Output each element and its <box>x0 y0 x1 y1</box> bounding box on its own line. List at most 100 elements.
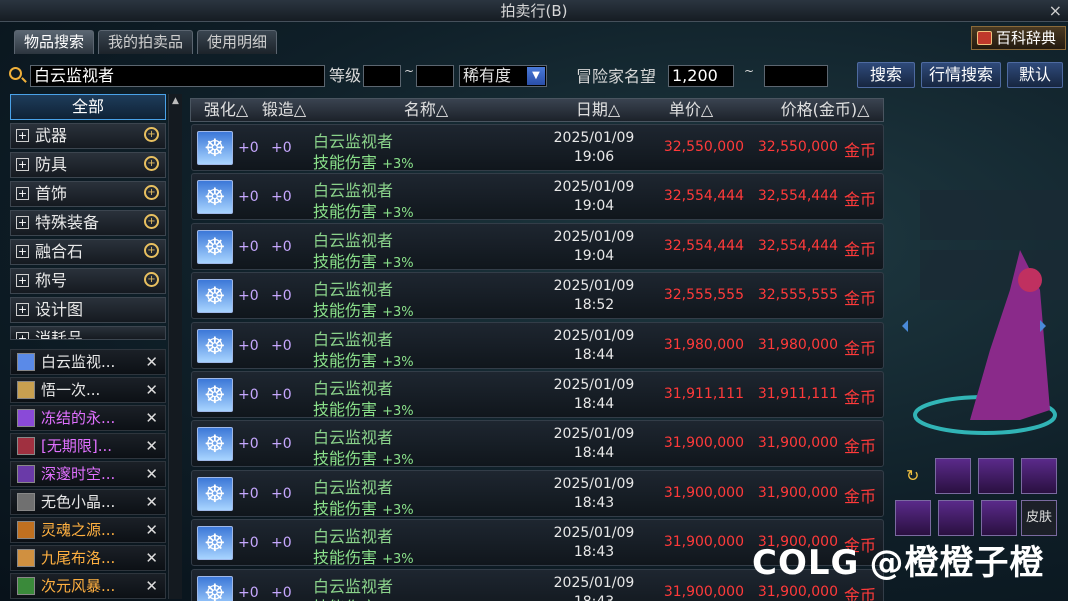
category-all[interactable]: 全部 <box>10 94 166 120</box>
forge-value: +0 <box>271 436 292 453</box>
category-list: 全部 + 武器 + + 防具 + + 首饰 + + 特殊装备 + + 融合石 + + 称号 + + 设计图… <box>10 94 166 340</box>
col-price[interactable]: 价格(金币)△ <box>773 99 877 121</box>
col-forge[interactable]: 锻造△ <box>257 99 311 121</box>
col-date[interactable]: 日期△ <box>563 99 633 121</box>
equipment-slot[interactable] <box>938 500 974 536</box>
listing-datetime: 2025/01/09 19:06 <box>544 129 644 167</box>
currency-label: 金币 <box>844 486 877 506</box>
category-armor[interactable]: + 防具 + <box>10 152 166 178</box>
scroll-up-icon[interactable]: ▲ <box>169 94 182 108</box>
equipment-slot[interactable] <box>1021 458 1057 494</box>
recent-item[interactable]: 深邃时空... ✕ <box>10 461 166 487</box>
search-button[interactable]: 搜索 <box>857 62 915 88</box>
table-row[interactable]: +0+0白云监视者技能伤害 +3%2025/01/0918:4431,900,0… <box>191 420 884 468</box>
keyword-input[interactable]: 白云监视者 <box>30 65 325 87</box>
remove-icon[interactable]: ✕ <box>145 574 158 598</box>
item-icon <box>17 381 35 399</box>
unit-price: 31,911,111 <box>663 385 744 402</box>
category-label: 武器 <box>35 126 68 145</box>
table-row[interactable]: +0+0白云监视者技能伤害 +3%2025/01/0918:5232,555,5… <box>191 272 884 320</box>
level-max-input[interactable] <box>416 65 454 87</box>
category-label: 消耗品 <box>35 329 84 340</box>
remove-icon[interactable]: ✕ <box>145 350 158 374</box>
rotate-icon[interactable]: ↻ <box>906 466 919 485</box>
item-icon <box>17 549 35 567</box>
item-skill: 技能伤害 +3% <box>313 248 414 272</box>
zoom-icon[interactable]: + <box>144 243 159 258</box>
col-enhance[interactable]: 强化△ <box>199 99 253 121</box>
rarity-select[interactable]: 稀有度 ▼ <box>459 65 547 87</box>
forge-value: +0 <box>271 584 292 601</box>
category-special[interactable]: + 特殊装备 + <box>10 210 166 236</box>
zoom-icon[interactable]: + <box>144 156 159 171</box>
table-row[interactable]: +0+0白云监视者技能伤害 +3%2025/01/0918:4431,911,1… <box>191 370 884 420</box>
expand-icon[interactable]: + <box>16 129 29 142</box>
recent-item[interactable]: 次元风暴... ✕ <box>10 573 166 599</box>
remove-icon[interactable]: ✕ <box>145 378 158 402</box>
zoom-icon[interactable]: + <box>144 214 159 229</box>
expand-icon[interactable]: + <box>16 274 29 287</box>
category-label: 首饰 <box>35 184 68 203</box>
table-row[interactable]: +0+0白云监视者技能伤害 +3%2025/01/0919:0432,554,4… <box>191 222 884 272</box>
expand-icon[interactable]: + <box>16 245 29 258</box>
skin-slot[interactable]: 皮肤 <box>1021 500 1057 536</box>
remove-icon[interactable]: ✕ <box>145 518 158 542</box>
expand-icon[interactable]: + <box>16 332 29 339</box>
wiki-button[interactable]: 百科辞典 <box>971 26 1066 50</box>
recent-item[interactable]: 灵魂之源... ✕ <box>10 517 166 543</box>
col-unit-price[interactable]: 单价△ <box>661 99 721 121</box>
currency-label: 金币 <box>844 141 877 160</box>
recent-item[interactable]: 悟一次... ✕ <box>10 377 166 403</box>
recent-item[interactable]: 九尾布洛... ✕ <box>10 545 166 571</box>
recent-item[interactable]: [无期限]... ✕ <box>10 433 166 459</box>
expand-icon[interactable]: + <box>16 158 29 171</box>
category-accessory[interactable]: + 首饰 + <box>10 181 166 207</box>
category-title[interactable]: + 称号 + <box>10 268 166 294</box>
close-icon[interactable]: × <box>1049 0 1062 22</box>
listing-datetime: 2025/01/09 18:43 <box>544 524 644 562</box>
tab-my-auctions[interactable]: 我的拍卖品 <box>98 30 194 54</box>
market-search-button[interactable]: 行情搜索 <box>921 62 1001 88</box>
col-name[interactable]: 名称△ <box>391 99 461 121</box>
table-row[interactable]: +0+0白云监视者技能伤害 +3%2025/01/0918:4431,980,0… <box>191 321 884 370</box>
unit-price: 32,550,000 <box>663 139 744 155</box>
recent-item[interactable]: 无色小晶... ✕ <box>10 489 166 515</box>
fame-max-input[interactable] <box>764 65 828 87</box>
expand-icon[interactable]: + <box>16 187 29 200</box>
fame-min-input[interactable]: 1,200 <box>668 65 734 87</box>
remove-icon[interactable]: ✕ <box>145 406 158 430</box>
tab-item-search[interactable]: 物品搜索 <box>14 30 95 54</box>
category-weapon[interactable]: + 武器 + <box>10 123 166 149</box>
category-consumable[interactable]: + 消耗品 <box>10 326 166 340</box>
chevron-down-icon[interactable]: ▼ <box>527 67 545 85</box>
equipment-slot[interactable] <box>981 500 1017 536</box>
equipment-slot[interactable] <box>895 500 931 536</box>
recent-item[interactable]: 冻结的永... ✕ <box>10 405 166 431</box>
item-skill: 技能伤害 +3% <box>313 396 414 420</box>
quest-panel <box>920 190 1068 240</box>
zoom-icon[interactable]: + <box>144 185 159 200</box>
equipment-slot[interactable] <box>935 458 971 494</box>
skill-label: 技能伤害 <box>313 202 378 222</box>
expand-icon[interactable]: + <box>16 216 29 229</box>
remove-icon[interactable]: ✕ <box>145 546 158 570</box>
remove-icon[interactable]: ✕ <box>145 462 158 486</box>
remove-icon[interactable]: ✕ <box>145 434 158 458</box>
category-scrollbar[interactable]: ▲ <box>168 94 182 599</box>
remove-icon[interactable]: ✕ <box>145 490 158 514</box>
table-row[interactable]: +0+0白云监视者技能伤害 +3%2025/01/0918:4331,900,0… <box>191 469 884 518</box>
prev-arrow-icon[interactable] <box>902 320 908 332</box>
category-blueprint[interactable]: + 设计图 <box>10 297 166 323</box>
tab-usage-details[interactable]: 使用明细 <box>197 30 278 54</box>
table-row[interactable]: +0+0白云监视者技能伤害 +3%2025/01/0919:0632,550,0… <box>191 124 884 172</box>
table-row[interactable]: +0+0白云监视者技能伤害 +3%2025/01/0919:0432,554,4… <box>191 173 884 222</box>
default-button[interactable]: 默认 <box>1007 62 1063 88</box>
recent-item[interactable]: 白云监视... ✕ <box>10 349 166 375</box>
expand-icon[interactable]: + <box>16 303 29 316</box>
level-min-input[interactable] <box>363 65 401 87</box>
zoom-icon[interactable]: + <box>144 127 159 142</box>
equipment-slot[interactable] <box>978 458 1014 494</box>
category-fusion-stone[interactable]: + 融合石 + <box>10 239 166 265</box>
currency-label: 金币 <box>844 585 877 601</box>
zoom-icon[interactable]: + <box>144 272 159 287</box>
